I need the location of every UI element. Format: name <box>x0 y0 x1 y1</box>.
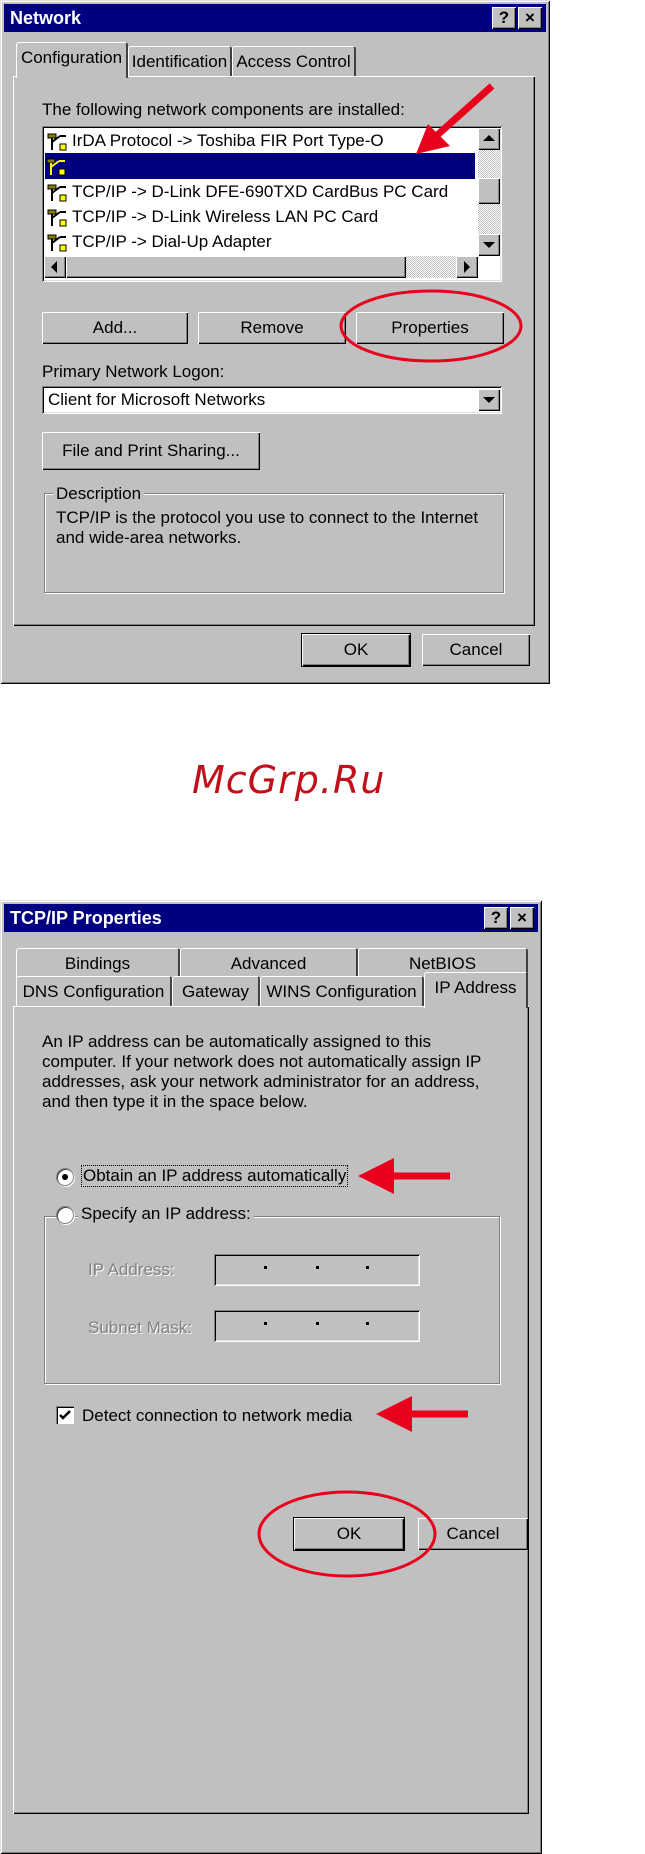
tab-configuration-label: Configuration <box>20 48 123 67</box>
primary-logon-value: Client for Microsoft Networks <box>48 390 266 409</box>
primary-logon-select[interactable]: Client for Microsoft Networks <box>42 386 502 414</box>
network-protocol-icon <box>46 233 68 253</box>
annotation-circle <box>339 289 523 363</box>
tcpip-title: TCP/IP Properties <box>10 908 162 928</box>
ip-separator <box>316 1322 319 1325</box>
ip-separator <box>264 1322 267 1325</box>
tab-dns-label: DNS Configuration <box>22 982 165 1001</box>
list-item[interactable]: IrDA Protocol -> Toshiba FIR Port Type-O <box>46 128 384 154</box>
tab-gateway-label: Gateway <box>181 982 250 1001</box>
subnet-mask-label: Subnet Mask: <box>88 1318 192 1337</box>
tab-advanced[interactable]: Advanced <box>180 948 358 978</box>
list-item-label: TCP/IP -> D-Link Wireless LAN PC Card <box>72 207 379 226</box>
tcpip-help-button[interactable]: ? <box>484 907 508 929</box>
arrow-right-icon <box>464 261 470 273</box>
scroll-thumb[interactable] <box>478 178 500 204</box>
network-protocol-icon <box>46 183 68 203</box>
list-item[interactable]: TCP/IP -> D-Link Wireless LAN PC Card <box>46 204 378 230</box>
list-item-label: IrDA Protocol -> Toshiba FIR Port Type-O <box>72 131 384 150</box>
tab-netbios-label: NetBIOS <box>408 954 477 973</box>
tab-identification[interactable]: Identification <box>128 46 232 76</box>
annotation-circle <box>257 1490 437 1578</box>
dropdown-button[interactable] <box>478 389 500 411</box>
ip-separator <box>366 1322 369 1325</box>
list-item-label: TCP/IP -> Dial-Up Adapter <box>72 232 272 251</box>
chevron-down-icon <box>483 397 495 403</box>
tcpip-close-button[interactable]: × <box>510 907 534 929</box>
network-title: Network <box>10 8 82 28</box>
add-button[interactable]: Add... <box>42 312 188 344</box>
tcpip-title-bar[interactable]: TCP/IP Properties ? × <box>4 904 538 932</box>
tab-ip-address[interactable]: IP Address <box>424 972 528 1008</box>
network-ok-button[interactable]: OK <box>301 633 411 667</box>
description-text: TCP/IP is the protocol you use to connec… <box>56 508 479 547</box>
help-icon: ? <box>498 8 510 27</box>
intro-text: An IP address can be automatically assig… <box>42 1032 482 1111</box>
remove-button-label: Remove <box>240 318 304 337</box>
close-icon: × <box>517 908 527 927</box>
list-item[interactable]: TCP/IP -> Dial-Up Adapter <box>46 229 272 255</box>
list-item[interactable]: TCP/IP -> D-Link DFE-690TXD CardBus PC C… <box>46 179 448 205</box>
description-label: Description <box>53 484 145 504</box>
tab-gateway[interactable]: Gateway <box>172 976 260 1006</box>
list-item-label: TCP/IP -> D-Link DFE-690TXD CardBus PC C… <box>72 182 449 201</box>
tab-access-control-label: Access Control <box>236 52 351 71</box>
components-label: The following network components are ins… <box>42 100 405 119</box>
ip-address-label: IP Address: <box>88 1260 175 1279</box>
network-protocol-icon <box>46 132 68 152</box>
ok-button-label: OK <box>343 640 369 659</box>
network-close-button[interactable]: × <box>518 7 542 29</box>
network-help-button[interactable]: ? <box>492 7 516 29</box>
network-protocol-icon <box>46 208 68 228</box>
tab-advanced-label: Advanced <box>230 954 307 973</box>
network-protocol-icon <box>45 157 67 177</box>
radio-selected-dot <box>62 1174 68 1180</box>
detect-media-label[interactable]: Detect connection to network media <box>82 1406 352 1426</box>
file-print-sharing-button[interactable]: File and Print Sharing... <box>42 432 260 470</box>
arrow-down-icon <box>483 242 495 248</box>
close-icon: × <box>525 8 535 27</box>
arrow-left-icon <box>51 261 57 273</box>
annotation-arrow <box>358 1158 450 1194</box>
add-button-label: Add... <box>92 318 138 337</box>
tab-dns-configuration[interactable]: DNS Configuration <box>16 976 172 1006</box>
tab-identification-label: Identification <box>131 52 228 71</box>
checkmark-icon <box>59 1410 71 1420</box>
subnet-mask-field[interactable] <box>214 1310 420 1342</box>
annotation-arrow <box>416 83 495 154</box>
file-print-sharing-label: File and Print Sharing... <box>62 441 240 460</box>
specify-ip-label[interactable]: Specify an IP address: <box>78 1204 254 1224</box>
obtain-auto-radio[interactable] <box>56 1168 74 1186</box>
tcpip-dialog: TCP/IP Properties ? × Bindings Advanced … <box>0 900 542 1854</box>
specify-ip-radio[interactable] <box>56 1206 74 1224</box>
tab-wins-label: WINS Configuration <box>266 982 417 1001</box>
cancel-button-label: Cancel <box>446 1524 500 1543</box>
cancel-button-label: Cancel <box>449 640 503 659</box>
tab-wins-configuration[interactable]: WINS Configuration <box>260 976 424 1006</box>
scroll-left-button[interactable] <box>44 256 66 278</box>
tab-bindings-label: Bindings <box>64 954 131 973</box>
network-cancel-button[interactable]: Cancel <box>422 634 530 666</box>
remove-button[interactable]: Remove <box>198 312 346 344</box>
ip-separator <box>264 1266 267 1269</box>
scroll-right-button[interactable] <box>456 256 478 278</box>
ip-separator <box>316 1266 319 1269</box>
tab-configuration[interactable]: Configuration <box>16 42 128 78</box>
help-icon: ? <box>490 908 502 927</box>
obtain-auto-label[interactable]: Obtain an IP address automatically <box>80 1165 349 1187</box>
specify-ip-group <box>44 1216 500 1384</box>
horizontal-scroll-thumb[interactable] <box>66 256 406 278</box>
tab-access-control[interactable]: Access Control <box>232 46 356 76</box>
ip-separator <box>366 1266 369 1269</box>
network-title-bar[interactable]: Network ? × <box>4 4 546 32</box>
ip-address-field[interactable] <box>214 1254 420 1286</box>
tab-bindings[interactable]: Bindings <box>16 948 180 978</box>
watermark: McGrp.Ru <box>192 758 386 802</box>
tab-ip-address-label: IP Address <box>434 978 517 997</box>
annotation-arrow <box>376 1396 468 1432</box>
primary-logon-label: Primary Network Logon: <box>42 362 225 381</box>
detect-media-checkbox[interactable] <box>56 1406 74 1424</box>
scroll-down-button[interactable] <box>478 234 500 256</box>
